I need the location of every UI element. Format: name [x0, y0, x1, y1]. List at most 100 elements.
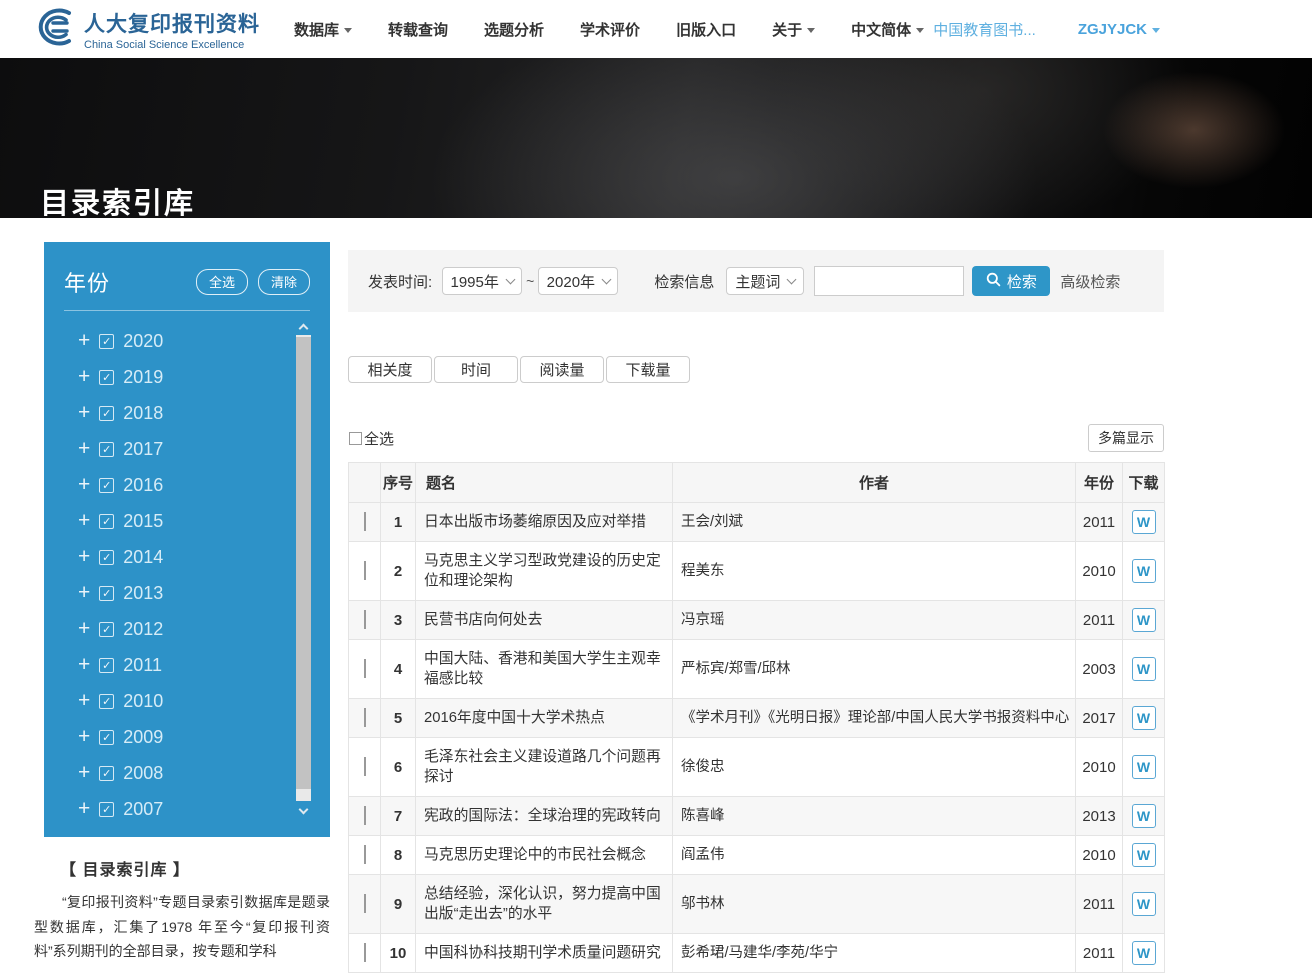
row-checkbox[interactable] — [364, 806, 366, 825]
year-item-2009[interactable]: +2009 — [78, 719, 330, 755]
year-item-2019[interactable]: +2019 — [78, 359, 330, 395]
row-checkbox[interactable] — [364, 757, 366, 776]
row-checkbox[interactable] — [364, 512, 366, 531]
year-item-2012[interactable]: +2012 — [78, 611, 330, 647]
nav-item-关于[interactable]: 关于 — [772, 19, 815, 40]
year-item-2013[interactable]: +2013 — [78, 575, 330, 611]
row-title[interactable]: 毛泽东社会主义建设道路几个问题再探讨 — [416, 738, 673, 797]
year-checkbox[interactable] — [99, 694, 114, 709]
expand-plus-icon[interactable]: + — [78, 654, 90, 675]
row-title[interactable]: 马克思历史理论中的市民社会概念 — [416, 836, 673, 875]
row-title[interactable]: 民营书店向何处去 — [416, 601, 673, 640]
year-item-2018[interactable]: +2018 — [78, 395, 330, 431]
row-title[interactable]: 中国科协科技期刊学术质量问题研究 — [416, 934, 673, 973]
year-checkbox[interactable] — [99, 406, 114, 421]
year-checkbox[interactable] — [99, 442, 114, 457]
nav-item-旧版入口[interactable]: 旧版入口 — [676, 19, 736, 40]
expand-plus-icon[interactable]: + — [78, 798, 90, 819]
year-item-2011[interactable]: +2011 — [78, 647, 330, 683]
select-all-checkbox[interactable] — [349, 432, 362, 445]
download-w-button[interactable]: W — [1132, 804, 1156, 828]
download-w-button[interactable]: W — [1132, 559, 1156, 583]
clear-years-button[interactable]: 清除 — [258, 269, 310, 295]
row-title[interactable]: 2016年度中国十大学术热点 — [416, 699, 673, 738]
year-list-scrollbar[interactable] — [296, 319, 311, 819]
expand-plus-icon[interactable]: + — [78, 690, 90, 711]
year-item-2007[interactable]: +2007 — [78, 791, 330, 822]
nav-item-选题分析[interactable]: 选题分析 — [484, 19, 544, 40]
year-item-2015[interactable]: +2015 — [78, 503, 330, 539]
download-w-button[interactable]: W — [1132, 941, 1156, 965]
year-checkbox[interactable] — [99, 370, 114, 385]
expand-plus-icon[interactable]: + — [78, 366, 90, 387]
year-item-2016[interactable]: +2016 — [78, 467, 330, 503]
select-all-years-button[interactable]: 全选 — [196, 269, 248, 295]
row-checkbox[interactable] — [364, 943, 366, 962]
expand-plus-icon[interactable]: + — [78, 474, 90, 495]
row-checkbox[interactable] — [364, 659, 366, 678]
year-checkbox[interactable] — [99, 586, 114, 601]
download-w-button[interactable]: W — [1132, 755, 1156, 779]
row-checkbox[interactable] — [364, 561, 366, 580]
download-w-button[interactable]: W — [1132, 657, 1156, 681]
sort-button-时间[interactable]: 时间 — [434, 356, 518, 383]
row-checkbox[interactable] — [364, 894, 366, 913]
year-checkbox[interactable] — [99, 478, 114, 493]
scrollbar-thumb[interactable] — [296, 337, 311, 789]
row-title[interactable]: 总结经验，深化认识，努力提高中国出版“走出去”的水平 — [416, 875, 673, 934]
year-checkbox[interactable] — [99, 514, 114, 529]
scroll-down-icon[interactable] — [296, 804, 311, 819]
year-checkbox[interactable] — [99, 658, 114, 673]
expand-plus-icon[interactable]: + — [78, 618, 90, 639]
multi-display-button[interactable]: 多篇显示 — [1088, 424, 1164, 452]
year-item-2017[interactable]: +2017 — [78, 431, 330, 467]
expand-plus-icon[interactable]: + — [78, 762, 90, 783]
year-item-2014[interactable]: +2014 — [78, 539, 330, 575]
nav-item-中文简体[interactable]: 中文简体 — [851, 19, 924, 40]
row-title[interactable]: 马克思主义学习型政党建设的历史定位和理论架构 — [416, 542, 673, 601]
nav-item-数据库[interactable]: 数据库 — [294, 19, 352, 40]
year-item-2010[interactable]: +2010 — [78, 683, 330, 719]
year-checkbox[interactable] — [99, 802, 114, 817]
year-checkbox[interactable] — [99, 550, 114, 565]
year-from-select[interactable]: 1995年 — [442, 267, 522, 295]
expand-plus-icon[interactable]: + — [78, 330, 90, 351]
year-item-2008[interactable]: +2008 — [78, 755, 330, 791]
year-checkbox[interactable] — [99, 334, 114, 349]
year-item-2020[interactable]: +2020 — [78, 323, 330, 359]
nav-external-link[interactable]: 中国教育图书... — [933, 19, 1036, 40]
site-logo[interactable]: 人大复印报刊资料 China Social Science Excellence — [30, 6, 260, 53]
download-w-button[interactable]: W — [1132, 608, 1156, 632]
search-field-select[interactable]: 主题词 — [726, 267, 804, 295]
account-menu[interactable]: ZGJYJCK — [1078, 21, 1160, 38]
search-input[interactable] — [814, 266, 964, 296]
scrollbar-track[interactable] — [296, 335, 311, 801]
expand-plus-icon[interactable]: + — [78, 582, 90, 603]
row-title[interactable]: 宪政的国际法：全球治理的宪政转向 — [416, 797, 673, 836]
download-w-button[interactable]: W — [1132, 510, 1156, 534]
year-checkbox[interactable] — [99, 622, 114, 637]
expand-plus-icon[interactable]: + — [78, 546, 90, 567]
sort-button-相关度[interactable]: 相关度 — [348, 356, 432, 383]
row-checkbox[interactable] — [364, 845, 366, 864]
year-to-select[interactable]: 2020年 — [538, 267, 618, 295]
nav-item-学术评价[interactable]: 学术评价 — [580, 19, 640, 40]
row-title[interactable]: 日本出版市场萎缩原因及应对举措 — [416, 503, 673, 542]
sort-button-下载量[interactable]: 下载量 — [606, 356, 690, 383]
sort-button-阅读量[interactable]: 阅读量 — [520, 356, 604, 383]
download-w-button[interactable]: W — [1132, 843, 1156, 867]
year-checkbox[interactable] — [99, 730, 114, 745]
expand-plus-icon[interactable]: + — [78, 510, 90, 531]
row-checkbox[interactable] — [364, 610, 366, 629]
expand-plus-icon[interactable]: + — [78, 402, 90, 423]
row-title[interactable]: 中国大陆、香港和美国大学生主观幸福感比较 — [416, 640, 673, 699]
expand-plus-icon[interactable]: + — [78, 726, 90, 747]
advanced-search-link[interactable]: 高级检索 — [1060, 271, 1120, 292]
scroll-up-icon[interactable] — [296, 319, 311, 334]
download-w-button[interactable]: W — [1132, 706, 1156, 730]
row-checkbox[interactable] — [364, 708, 366, 727]
download-w-button[interactable]: W — [1132, 892, 1156, 916]
year-checkbox[interactable] — [99, 766, 114, 781]
nav-item-转载查询[interactable]: 转载查询 — [388, 19, 448, 40]
expand-plus-icon[interactable]: + — [78, 438, 90, 459]
